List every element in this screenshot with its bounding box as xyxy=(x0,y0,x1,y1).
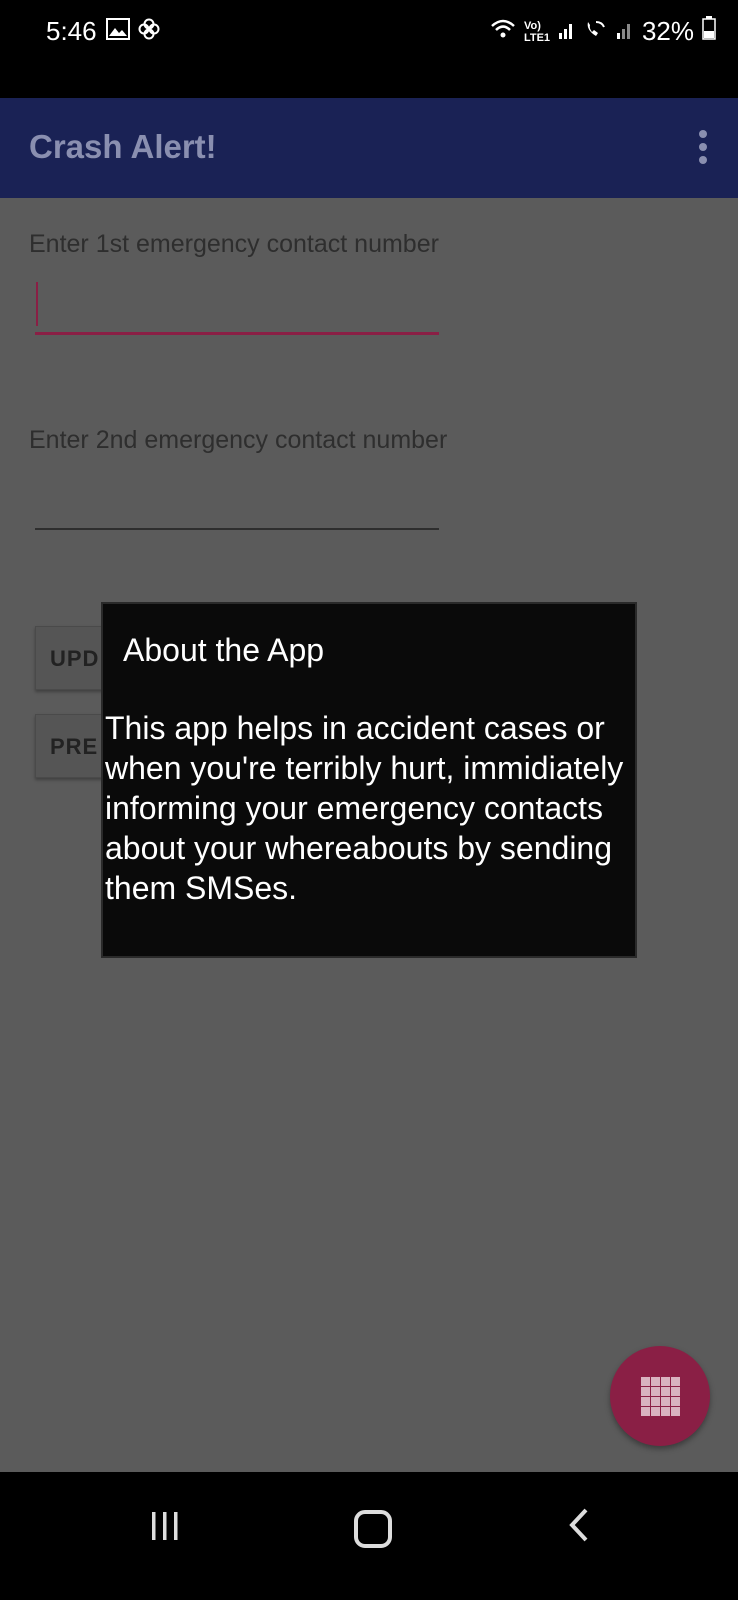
app-title: Crash Alert! xyxy=(29,128,217,165)
battery-icon xyxy=(702,16,716,47)
recent-apps-icon[interactable] xyxy=(150,1512,180,1545)
contact1-input[interactable] xyxy=(35,332,439,335)
app-bar: Crash Alert! xyxy=(0,98,738,198)
dialog-message: This app helps in accident cases or when… xyxy=(105,710,624,906)
status-time: 5:46 xyxy=(46,16,97,46)
battery-percent: 32% xyxy=(641,16,694,46)
dialog-title: About the App xyxy=(123,632,325,668)
contact1-label: Enter 1st emergency contact number xyxy=(29,230,439,258)
home-icon[interactable] xyxy=(354,1510,392,1548)
grid-icon xyxy=(641,1377,680,1416)
network-label: Vo) LTE1 xyxy=(523,19,551,44)
status-icons: Vo) LTE1 32% xyxy=(490,16,716,47)
text-cursor xyxy=(36,282,38,326)
activate-button-label: PRE xyxy=(50,734,99,759)
pinwheel-icon xyxy=(138,18,160,45)
status-bar: 5:46 Vo) LTE1 32% xyxy=(0,0,738,98)
gallery-icon xyxy=(106,18,130,45)
back-icon[interactable] xyxy=(568,1508,590,1547)
overflow-menu-icon[interactable] xyxy=(698,130,708,166)
grid-fab-button[interactable] xyxy=(610,1346,710,1446)
contact2-label: Enter 2nd emergency contact number xyxy=(29,426,448,454)
about-dialog[interactable]: About the App This app helps in accident… xyxy=(101,602,637,958)
signal-2-icon xyxy=(616,16,634,47)
system-nav-bar xyxy=(0,1472,738,1600)
signal-icon xyxy=(558,16,576,47)
wifi-calling-icon xyxy=(584,16,608,47)
contact2-input[interactable] xyxy=(35,528,439,530)
wifi-icon xyxy=(490,16,516,47)
update-button-label: UPD xyxy=(50,646,100,671)
